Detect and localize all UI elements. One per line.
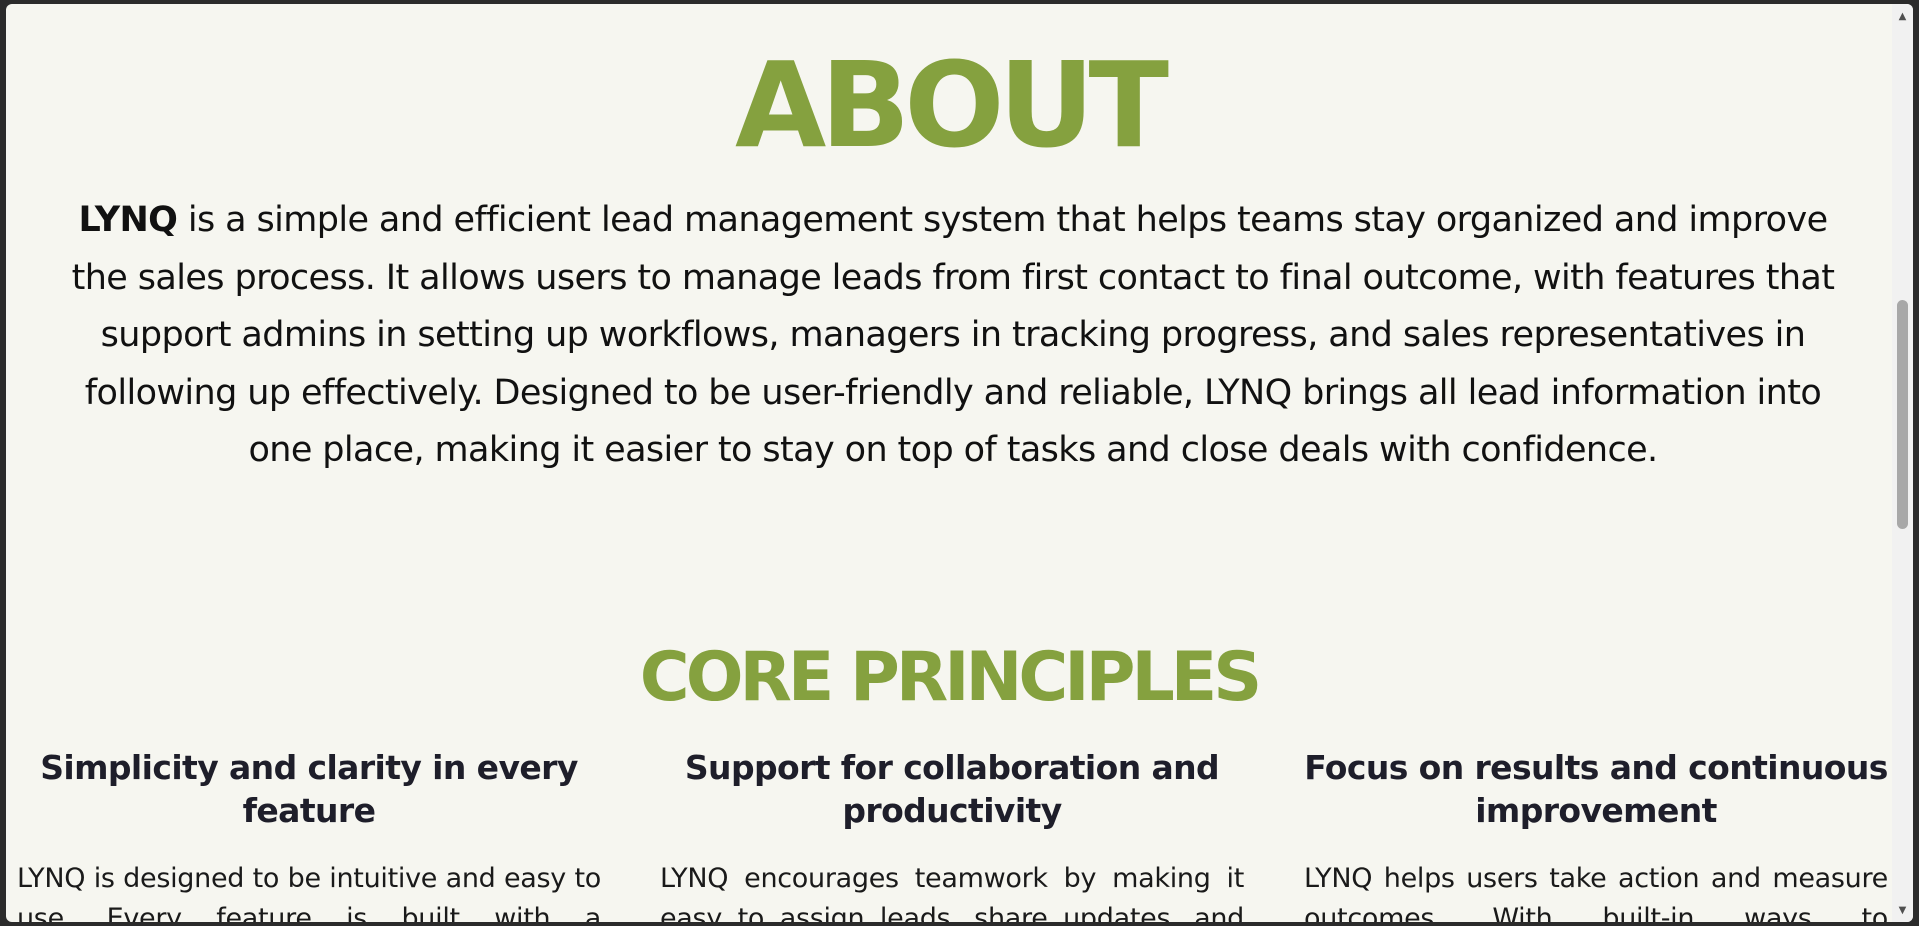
- scroll-up-arrow-icon[interactable]: ▲: [1892, 6, 1913, 26]
- scrollbar-thumb[interactable]: [1897, 300, 1908, 529]
- principle-text: LYNQ is designed to be intuitive and eas…: [17, 863, 601, 922]
- principle-heading: Support for collaboration and productivi…: [684, 748, 1220, 830]
- principle-heading: Simplicity and clarity in every feature: [40, 748, 578, 830]
- principle-card-collaboration: Support for collaboration and productivi…: [660, 746, 1244, 922]
- vertical-scrollbar[interactable]: ▲ ▼: [1892, 4, 1913, 922]
- core-principles-title: CORE PRINCIPLES: [639, 638, 1262, 717]
- principle-card-simplicity: Simplicity and clarity in every feature …: [17, 746, 601, 922]
- about-brand-name: LYNQ: [78, 200, 178, 240]
- principle-text: LYNQ encourages teamwork by making it ea…: [660, 863, 1244, 922]
- about-title: ABOUT: [735, 36, 1169, 174]
- page-content: ABOUT LYNQ is a simple and efficient lea…: [6, 4, 1892, 922]
- principle-text: LYNQ helps users take action and measure…: [1304, 863, 1888, 922]
- about-description: LYNQ is a simple and efficient lead mana…: [58, 192, 1848, 480]
- principle-heading: Focus on results and continuous improvem…: [1304, 748, 1888, 830]
- scroll-down-arrow-icon[interactable]: ▼: [1892, 900, 1913, 920]
- browser-viewport: ABOUT LYNQ is a simple and efficient lea…: [6, 4, 1913, 922]
- about-description-text: is a simple and efficient lead managemen…: [71, 200, 1835, 470]
- principle-card-results: Focus on results and continuous improvem…: [1304, 746, 1888, 922]
